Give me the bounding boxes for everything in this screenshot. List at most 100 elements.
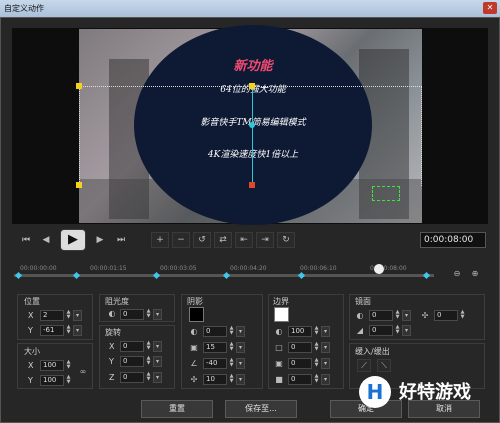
position-y-stepper[interactable]: ▲ ▼	[65, 325, 72, 336]
guide-line-right	[421, 86, 422, 186]
mirror-fade-input[interactable]: 0	[369, 325, 393, 336]
border-style-stepper[interactable]: ▲ ▼	[313, 374, 320, 385]
move-left-icon[interactable]: ⇤	[235, 232, 253, 248]
shadow-opacity-input[interactable]: 0	[203, 326, 227, 337]
zoom-out-icon[interactable]: ⊖	[452, 269, 462, 279]
border-blur-input[interactable]: 0	[288, 358, 312, 369]
mirror-opacity-input[interactable]: 0	[369, 310, 393, 321]
mirror-distance-input[interactable]: 0	[434, 310, 458, 321]
window-titlebar: 自定义动作	[0, 0, 500, 17]
move-right-icon[interactable]: ⇥	[256, 232, 274, 248]
border-size-dropdown[interactable]: ▾	[321, 342, 330, 353]
shadow-angle-dropdown[interactable]: ▾	[236, 358, 245, 369]
resize-handle-left[interactable]	[76, 182, 82, 188]
opacity-stepper[interactable]: ▲ ▼	[145, 309, 152, 320]
resize-handle-top[interactable]	[249, 83, 255, 89]
zoom-in-icon[interactable]: ⊕	[470, 269, 480, 279]
size-label: 大小	[24, 347, 40, 356]
step-forward-icon[interactable]: ▶	[92, 233, 108, 249]
position-x-dropdown[interactable]: ▾	[73, 310, 82, 321]
opacity-dropdown[interactable]: ▾	[153, 309, 162, 320]
rotation-label: 旋转	[105, 328, 121, 337]
shadow-distance-stepper[interactable]: ▲ ▼	[228, 374, 235, 385]
shadow-opacity-dropdown[interactable]: ▾	[236, 326, 245, 337]
border-opacity-icon: ◐	[275, 327, 283, 336]
border-opacity-input[interactable]: 100	[288, 326, 312, 337]
play-icon[interactable]: ▶	[60, 229, 86, 251]
link-icon[interactable]: ∞	[78, 367, 88, 377]
rotation-x-stepper[interactable]: ▲ ▼	[145, 341, 152, 352]
shadow-distance-input[interactable]: 10	[203, 374, 227, 385]
skip-end-icon[interactable]: ⏭	[113, 233, 129, 249]
size-x-input[interactable]: 100	[40, 360, 64, 371]
shadow-blur-icon: ▣	[190, 343, 198, 352]
rotation-z-dropdown[interactable]: ▾	[153, 372, 162, 383]
border-style-dropdown[interactable]: ▾	[321, 374, 330, 385]
resize-handle-tl[interactable]	[76, 83, 82, 89]
border-opacity-dropdown[interactable]: ▾	[321, 326, 330, 337]
watermark-text: 好特游戏	[399, 382, 471, 403]
reverse-keyframe-icon[interactable]: ↺	[193, 232, 211, 248]
rotation-y-dropdown[interactable]: ▾	[153, 356, 162, 367]
rotation-y-stepper[interactable]: ▲ ▼	[145, 356, 152, 367]
playhead[interactable]	[374, 264, 385, 274]
timecode-display[interactable]: 0:00:08:00	[420, 232, 486, 248]
shadow-color-swatch[interactable]	[189, 307, 204, 322]
shadow-angle-input[interactable]: -40	[203, 358, 227, 369]
rotation-z-label: Z	[109, 373, 115, 382]
mirror-opacity-stepper[interactable]: ▲ ▼	[394, 310, 401, 321]
tick-label: 00:00:06:10	[300, 265, 337, 272]
swap-keyframe-icon[interactable]: ⇄	[214, 232, 232, 248]
mirror-fade-icon: ◢	[356, 326, 364, 335]
fade-out-icon[interactable]: ⟍	[377, 359, 391, 372]
size-y-stepper[interactable]: ▲ ▼	[65, 375, 72, 386]
position-y-dropdown[interactable]: ▾	[73, 325, 82, 336]
size-y-input[interactable]: 100	[40, 375, 64, 386]
save-to-button[interactable]: 保存至...	[225, 400, 297, 418]
rotation-handle[interactable]	[249, 182, 255, 188]
position-x-label: X	[28, 311, 34, 320]
border-style-input[interactable]: 0	[288, 374, 312, 385]
shadow-opacity-stepper[interactable]: ▲ ▼	[228, 326, 235, 337]
selection-box[interactable]	[372, 186, 400, 201]
border-style-icon: ■	[275, 375, 283, 384]
shadow-blur-stepper[interactable]: ▲ ▼	[228, 342, 235, 353]
rotation-line	[252, 90, 253, 185]
next-keyframe-icon[interactable]: ↻	[277, 232, 295, 248]
size-x-stepper[interactable]: ▲ ▼	[65, 360, 72, 371]
rotation-x-dropdown[interactable]: ▾	[153, 341, 162, 352]
border-opacity-stepper[interactable]: ▲ ▼	[313, 326, 320, 337]
mirror-fade-stepper[interactable]: ▲ ▼	[394, 325, 401, 336]
border-blur-dropdown[interactable]: ▾	[321, 358, 330, 369]
rotation-x-input[interactable]: 0	[120, 341, 144, 352]
mirror-distance-stepper[interactable]: ▲ ▼	[459, 310, 466, 321]
rotation-pivot[interactable]	[249, 122, 255, 128]
rotation-y-label: Y	[109, 357, 114, 366]
skip-start-icon[interactable]: ⏮	[18, 233, 34, 249]
border-size-stepper[interactable]: ▲ ▼	[313, 342, 320, 353]
shadow-blur-input[interactable]: 15	[203, 342, 227, 353]
shadow-distance-dropdown[interactable]: ▾	[236, 374, 245, 385]
position-x-stepper[interactable]: ▲ ▼	[65, 310, 72, 321]
shadow-angle-stepper[interactable]: ▲ ▼	[228, 358, 235, 369]
opacity-input[interactable]: 0	[120, 309, 144, 320]
size-x-label: X	[28, 361, 34, 370]
timeline[interactable]: 00:00:00:00 00:00:01:15 00:00:03:05 00:0…	[14, 256, 484, 286]
reset-button[interactable]: 重置	[141, 400, 213, 418]
remove-keyframe-icon[interactable]: −	[172, 232, 190, 248]
position-y-input[interactable]: -61	[40, 325, 64, 336]
close-icon[interactable]: ✕	[483, 2, 497, 14]
mirror-fade-dropdown[interactable]: ▾	[402, 325, 411, 336]
rotation-y-input[interactable]: 0	[120, 356, 144, 367]
position-x-input[interactable]: 2	[40, 310, 64, 321]
add-keyframe-icon[interactable]: +	[151, 232, 169, 248]
border-color-swatch[interactable]	[274, 307, 289, 322]
step-back-icon[interactable]: ◀	[38, 233, 54, 249]
fade-in-icon[interactable]: ⟋	[357, 359, 371, 372]
rotation-z-input[interactable]: 0	[120, 372, 144, 383]
shadow-blur-dropdown[interactable]: ▾	[236, 342, 245, 353]
rotation-z-stepper[interactable]: ▲ ▼	[145, 372, 152, 383]
border-size-input[interactable]: 0	[288, 342, 312, 353]
mirror-opacity-dropdown[interactable]: ▾	[402, 310, 411, 321]
border-blur-stepper[interactable]: ▲ ▼	[313, 358, 320, 369]
